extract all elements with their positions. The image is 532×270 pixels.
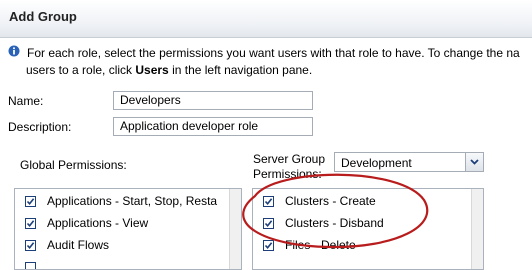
checkbox[interactable] xyxy=(263,218,274,229)
scrollbar[interactable] xyxy=(471,189,483,269)
check-icon xyxy=(264,242,273,250)
list-item[interactable]: Clusters - Create xyxy=(253,191,483,213)
name-field[interactable]: Developers xyxy=(113,91,313,110)
server-group-selected: Development xyxy=(341,156,412,170)
info-line-2-start: users to a role, click xyxy=(26,63,136,77)
checkbox[interactable] xyxy=(25,218,36,229)
info-line-2-end: in the left navigation pane. xyxy=(168,63,313,77)
list-item-label: Clusters - Disband xyxy=(285,216,384,230)
list-item[interactable]: Applications - View xyxy=(15,213,241,235)
checkbox[interactable] xyxy=(25,196,36,207)
list-item[interactable]: Files - Delete xyxy=(253,235,483,257)
description-label: Description: xyxy=(8,120,72,134)
global-permissions-label: Global Permissions: xyxy=(20,158,127,172)
list-item-label: Applications - Start, Stop, Resta xyxy=(47,194,218,208)
server-group-label-line-1: Server Group xyxy=(253,152,326,166)
list-item-label: Clusters - Create xyxy=(285,194,376,208)
info-icon xyxy=(8,45,20,57)
list-item[interactable]: Audit Flows xyxy=(15,235,241,257)
server-group-select[interactable]: Development xyxy=(334,152,484,172)
check-icon xyxy=(26,198,35,206)
dialog-title: Add Group xyxy=(9,9,77,24)
dialog-header: Add Group xyxy=(0,0,532,38)
scrollbar[interactable] xyxy=(229,189,241,269)
check-icon xyxy=(264,220,273,228)
server-group-permissions-label: Server Group Permissions: xyxy=(253,152,325,182)
list-item-label: Files - Delete xyxy=(285,238,356,252)
checkbox[interactable] xyxy=(25,262,36,269)
list-item[interactable]: Clusters - Disband xyxy=(253,213,483,235)
list-item-label: Applications - View xyxy=(47,216,149,230)
server-group-permissions-list[interactable]: Clusters - Create Clusters - Disband Fil… xyxy=(252,188,484,270)
checkbox[interactable] xyxy=(263,240,274,251)
name-label: Name: xyxy=(8,94,44,108)
dropdown-button[interactable] xyxy=(465,153,483,171)
list-item[interactable]: Applications - Start, Stop, Resta xyxy=(15,191,241,213)
users-link-text: Users xyxy=(135,63,169,77)
global-permissions-list[interactable]: Applications - Start, Stop, Resta Applic… xyxy=(14,188,242,270)
checkbox[interactable] xyxy=(263,196,274,207)
info-line-2: users to a role, click Users in the left… xyxy=(26,62,532,79)
info-text: For each role, select the permissions yo… xyxy=(26,45,532,79)
description-field[interactable]: Application developer role xyxy=(113,117,313,136)
check-icon xyxy=(26,220,35,228)
server-group-label-line-2: Permissions: xyxy=(253,167,322,181)
info-line-1: For each role, select the permissions yo… xyxy=(27,46,520,60)
checkbox[interactable] xyxy=(25,240,36,251)
check-icon xyxy=(26,242,35,250)
chevron-down-icon xyxy=(470,159,479,165)
list-item[interactable] xyxy=(15,257,241,269)
check-icon xyxy=(264,198,273,206)
list-item-label: Audit Flows xyxy=(47,238,110,252)
